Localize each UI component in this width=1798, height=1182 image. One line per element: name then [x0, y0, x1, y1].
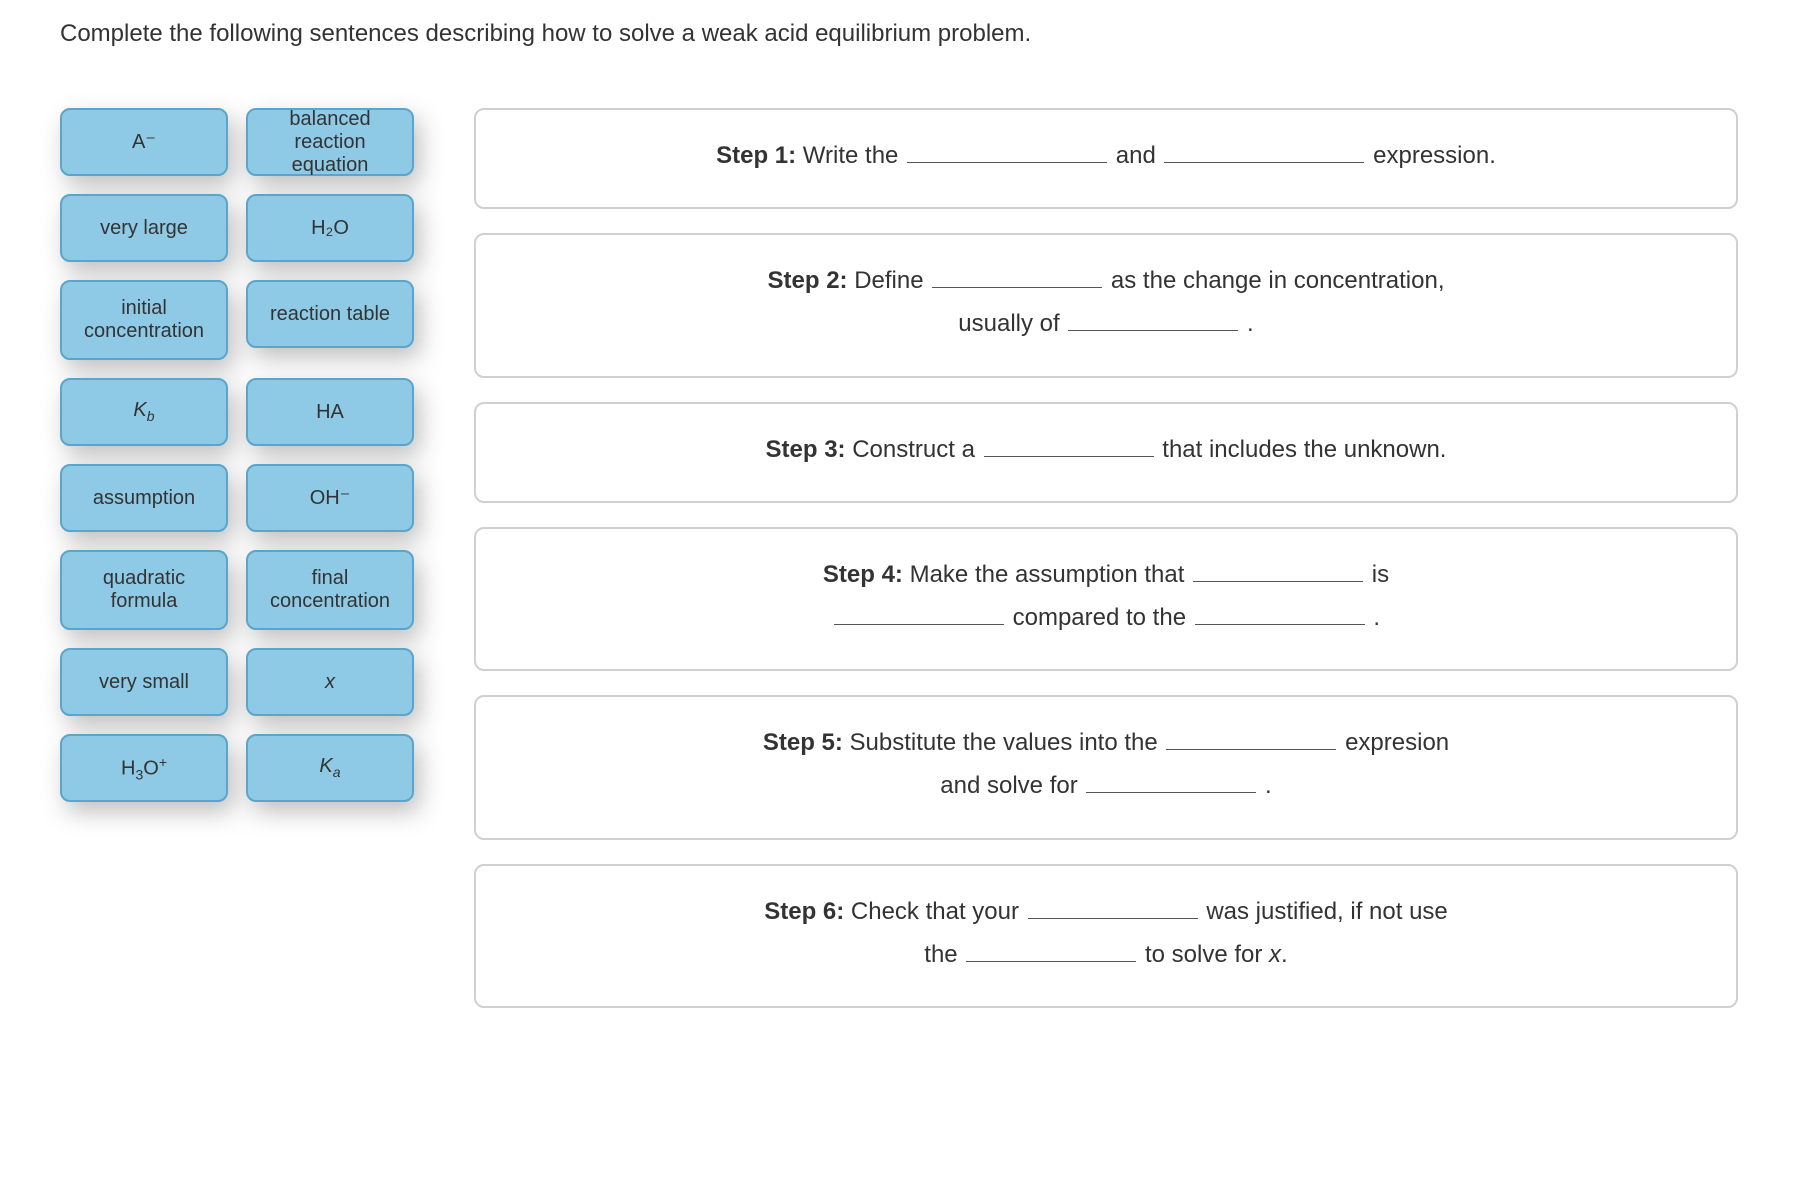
step-2-label: Step 2:: [768, 267, 848, 294]
step-6-text: Step 6: Check that your was justified, i…: [506, 890, 1706, 976]
step-5-t3: and solve for: [940, 772, 1084, 799]
step-4-t1: Make the assumption that: [903, 561, 1191, 588]
tile-quadratic-formula[interactable]: quadratic formula: [60, 550, 228, 630]
tile-row: Kb HA: [60, 378, 414, 446]
step-6-t4: to solve for: [1138, 941, 1269, 968]
tile-kb[interactable]: Kb: [60, 378, 228, 446]
tile-ka-letter: K: [319, 755, 332, 777]
step-2-t2: as the change in concentration,: [1104, 267, 1444, 294]
steps-column: Step 1: Write the and expression. Step 2…: [474, 108, 1738, 1008]
tile-initial-concentration[interactable]: initial concentration: [60, 280, 228, 360]
step-4-t2: is: [1365, 561, 1389, 588]
step-1-t1: Write the: [796, 142, 905, 169]
step-6-label: Step 6:: [764, 898, 844, 925]
step-5-blank-2[interactable]: [1086, 765, 1256, 794]
step-4-blank-2[interactable]: [834, 596, 1004, 625]
tile-x-label: x: [325, 671, 335, 694]
step-1-box: Step 1: Write the and expression.: [474, 108, 1738, 209]
tile-h2o[interactable]: H₂O: [246, 194, 414, 262]
tile-h3o-o: O: [143, 757, 159, 779]
tile-kb-sub: b: [147, 408, 155, 424]
exercise-page: Complete the following sentences describ…: [0, 0, 1798, 1028]
step-5-box: Step 5: Substitute the values into the e…: [474, 695, 1738, 839]
tile-very-small[interactable]: very small: [60, 648, 228, 716]
step-6-t1: Check that your: [844, 898, 1025, 925]
tile-row: quadratic formula final concentration: [60, 550, 414, 630]
tile-assumption[interactable]: assumption: [60, 464, 228, 532]
instruction-text: Complete the following sentences describ…: [60, 20, 1738, 48]
tile-h3o-h: H: [121, 757, 135, 779]
step-5-t1: Substitute the values into the: [843, 729, 1165, 756]
step-3-text: Step 3: Construct a that includes the un…: [506, 428, 1706, 471]
step-2-box: Step 2: Define as the change in concentr…: [474, 233, 1738, 377]
step-3-label: Step 3:: [766, 436, 846, 463]
tile-h3o-sup: +: [159, 754, 167, 770]
step-1-t2: and: [1109, 142, 1162, 169]
step-5-text: Step 5: Substitute the values into the e…: [506, 721, 1706, 807]
step-2-t3: usually of: [958, 310, 1066, 337]
step-1-t3: expression.: [1366, 142, 1495, 169]
tile-row: assumption OH⁻: [60, 464, 414, 532]
step-5-t2: expresion: [1338, 729, 1449, 756]
step-4-label: Step 4:: [823, 561, 903, 588]
tile-row: very small x: [60, 648, 414, 716]
step-6-blank-2[interactable]: [966, 933, 1136, 962]
step-6-x: x: [1269, 941, 1281, 968]
step-3-t2: that includes the unknown.: [1156, 436, 1447, 463]
tile-oh-minus[interactable]: OH⁻: [246, 464, 414, 532]
step-6-t6: .: [1281, 941, 1288, 968]
tile-reaction-table[interactable]: reaction table: [246, 280, 414, 348]
tile-balanced-reaction[interactable]: balanced reaction equation: [246, 108, 414, 176]
step-6-t3: the: [924, 941, 964, 968]
tile-ha[interactable]: HA: [246, 378, 414, 446]
tile-a-minus[interactable]: A⁻: [60, 108, 228, 176]
tile-bank: A⁻ balanced reaction equation very large…: [60, 108, 414, 822]
tile-row: A⁻ balanced reaction equation: [60, 108, 414, 176]
tile-row: initial concentration reaction table: [60, 280, 414, 360]
step-6-t2: was justified, if not use: [1200, 898, 1448, 925]
step-3-blank-1[interactable]: [984, 428, 1154, 457]
step-2-t1: Define: [848, 267, 931, 294]
step-1-label: Step 1:: [716, 142, 796, 169]
step-6-box: Step 6: Check that your was justified, i…: [474, 864, 1738, 1008]
step-1-blank-1[interactable]: [907, 134, 1107, 163]
step-2-blank-1[interactable]: [932, 259, 1102, 288]
tile-x[interactable]: x: [246, 648, 414, 716]
tile-row: very large H₂O: [60, 194, 414, 262]
tile-ka[interactable]: Ka: [246, 734, 414, 802]
step-4-t4: .: [1367, 604, 1380, 631]
tile-kb-letter: K: [133, 399, 146, 421]
step-4-blank-3[interactable]: [1195, 596, 1365, 625]
step-5-t4: .: [1258, 772, 1271, 799]
step-1-blank-2[interactable]: [1164, 134, 1364, 163]
step-6-blank-1[interactable]: [1028, 890, 1198, 919]
step-3-box: Step 3: Construct a that includes the un…: [474, 402, 1738, 503]
tile-h3o-plus[interactable]: H3O+: [60, 734, 228, 802]
step-1-text: Step 1: Write the and expression.: [506, 134, 1706, 177]
tile-row: H3O+ Ka: [60, 734, 414, 802]
step-3-t1: Construct a: [846, 436, 982, 463]
step-2-t4: .: [1240, 310, 1253, 337]
tile-ka-sub: a: [333, 764, 341, 780]
step-5-label: Step 5:: [763, 729, 843, 756]
step-2-blank-2[interactable]: [1068, 303, 1238, 332]
step-5-blank-1[interactable]: [1166, 721, 1336, 750]
step-4-blank-1[interactable]: [1193, 553, 1363, 582]
step-4-text: Step 4: Make the assumption that is comp…: [506, 553, 1706, 639]
tile-very-large[interactable]: very large: [60, 194, 228, 262]
step-2-text: Step 2: Define as the change in concentr…: [506, 259, 1706, 345]
tile-final-concentration[interactable]: final concentration: [246, 550, 414, 630]
step-4-box: Step 4: Make the assumption that is comp…: [474, 527, 1738, 671]
step-4-t3: compared to the: [1006, 604, 1193, 631]
content-area: A⁻ balanced reaction equation very large…: [60, 108, 1738, 1008]
